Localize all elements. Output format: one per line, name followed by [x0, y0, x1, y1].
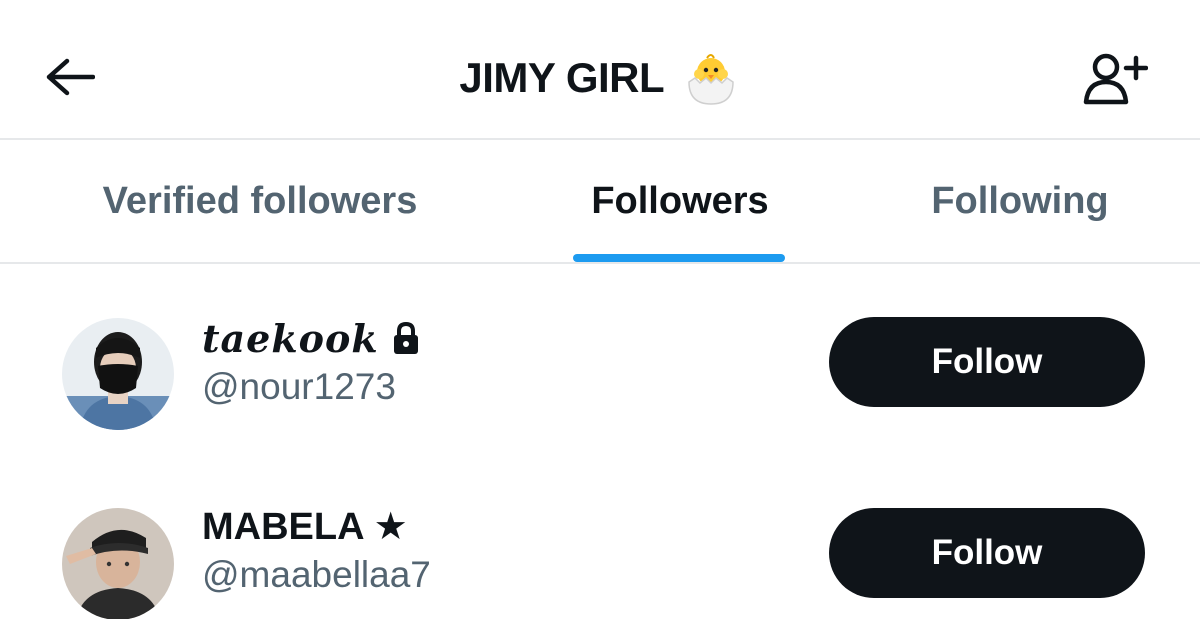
- hatching-chick-icon: [687, 54, 734, 105]
- avatar[interactable]: [62, 508, 174, 619]
- lock-icon: [393, 321, 418, 354]
- profile-title: JIMY GIRL: [0, 48, 1200, 108]
- follow-button[interactable]: Follow: [829, 317, 1145, 407]
- user-handle: @maabellaa7: [202, 554, 431, 595]
- tab-followers[interactable]: Followers: [540, 140, 820, 262]
- avatar[interactable]: [62, 318, 174, 430]
- list-item[interactable]: MABELA ★ @maabellaa7 Follow: [0, 456, 1200, 619]
- display-name: MABELA ★: [202, 505, 408, 548]
- top-bar: JIMY GIRL: [0, 0, 1200, 140]
- add-person-icon: [1083, 53, 1149, 105]
- list-item[interactable]: 𝒕𝒂𝒆𝒌𝒐𝒐𝒌 @nour1273 Follow: [0, 266, 1200, 456]
- tab-bar: Verified followers Followers Following: [0, 140, 1200, 264]
- display-name-row: 𝒕𝒂𝒆𝒌𝒐𝒐𝒌: [202, 314, 421, 362]
- display-name: 𝒕𝒂𝒆𝒌𝒐𝒐𝒌: [202, 315, 379, 361]
- tab-verified-followers[interactable]: Verified followers: [40, 140, 480, 262]
- display-name-row: MABELA ★: [202, 502, 431, 550]
- user-handle: @nour1273: [202, 366, 396, 407]
- user-names: 𝒕𝒂𝒆𝒌𝒐𝒐𝒌 @nour1273: [202, 314, 421, 408]
- add-person-button[interactable]: [1082, 50, 1149, 108]
- user-names: MABELA ★ @maabellaa7: [202, 502, 431, 596]
- follow-button[interactable]: Follow: [829, 508, 1145, 598]
- tab-following[interactable]: Following: [880, 140, 1160, 262]
- page-title: JIMY GIRL: [459, 54, 665, 101]
- active-tab-indicator: [573, 254, 785, 262]
